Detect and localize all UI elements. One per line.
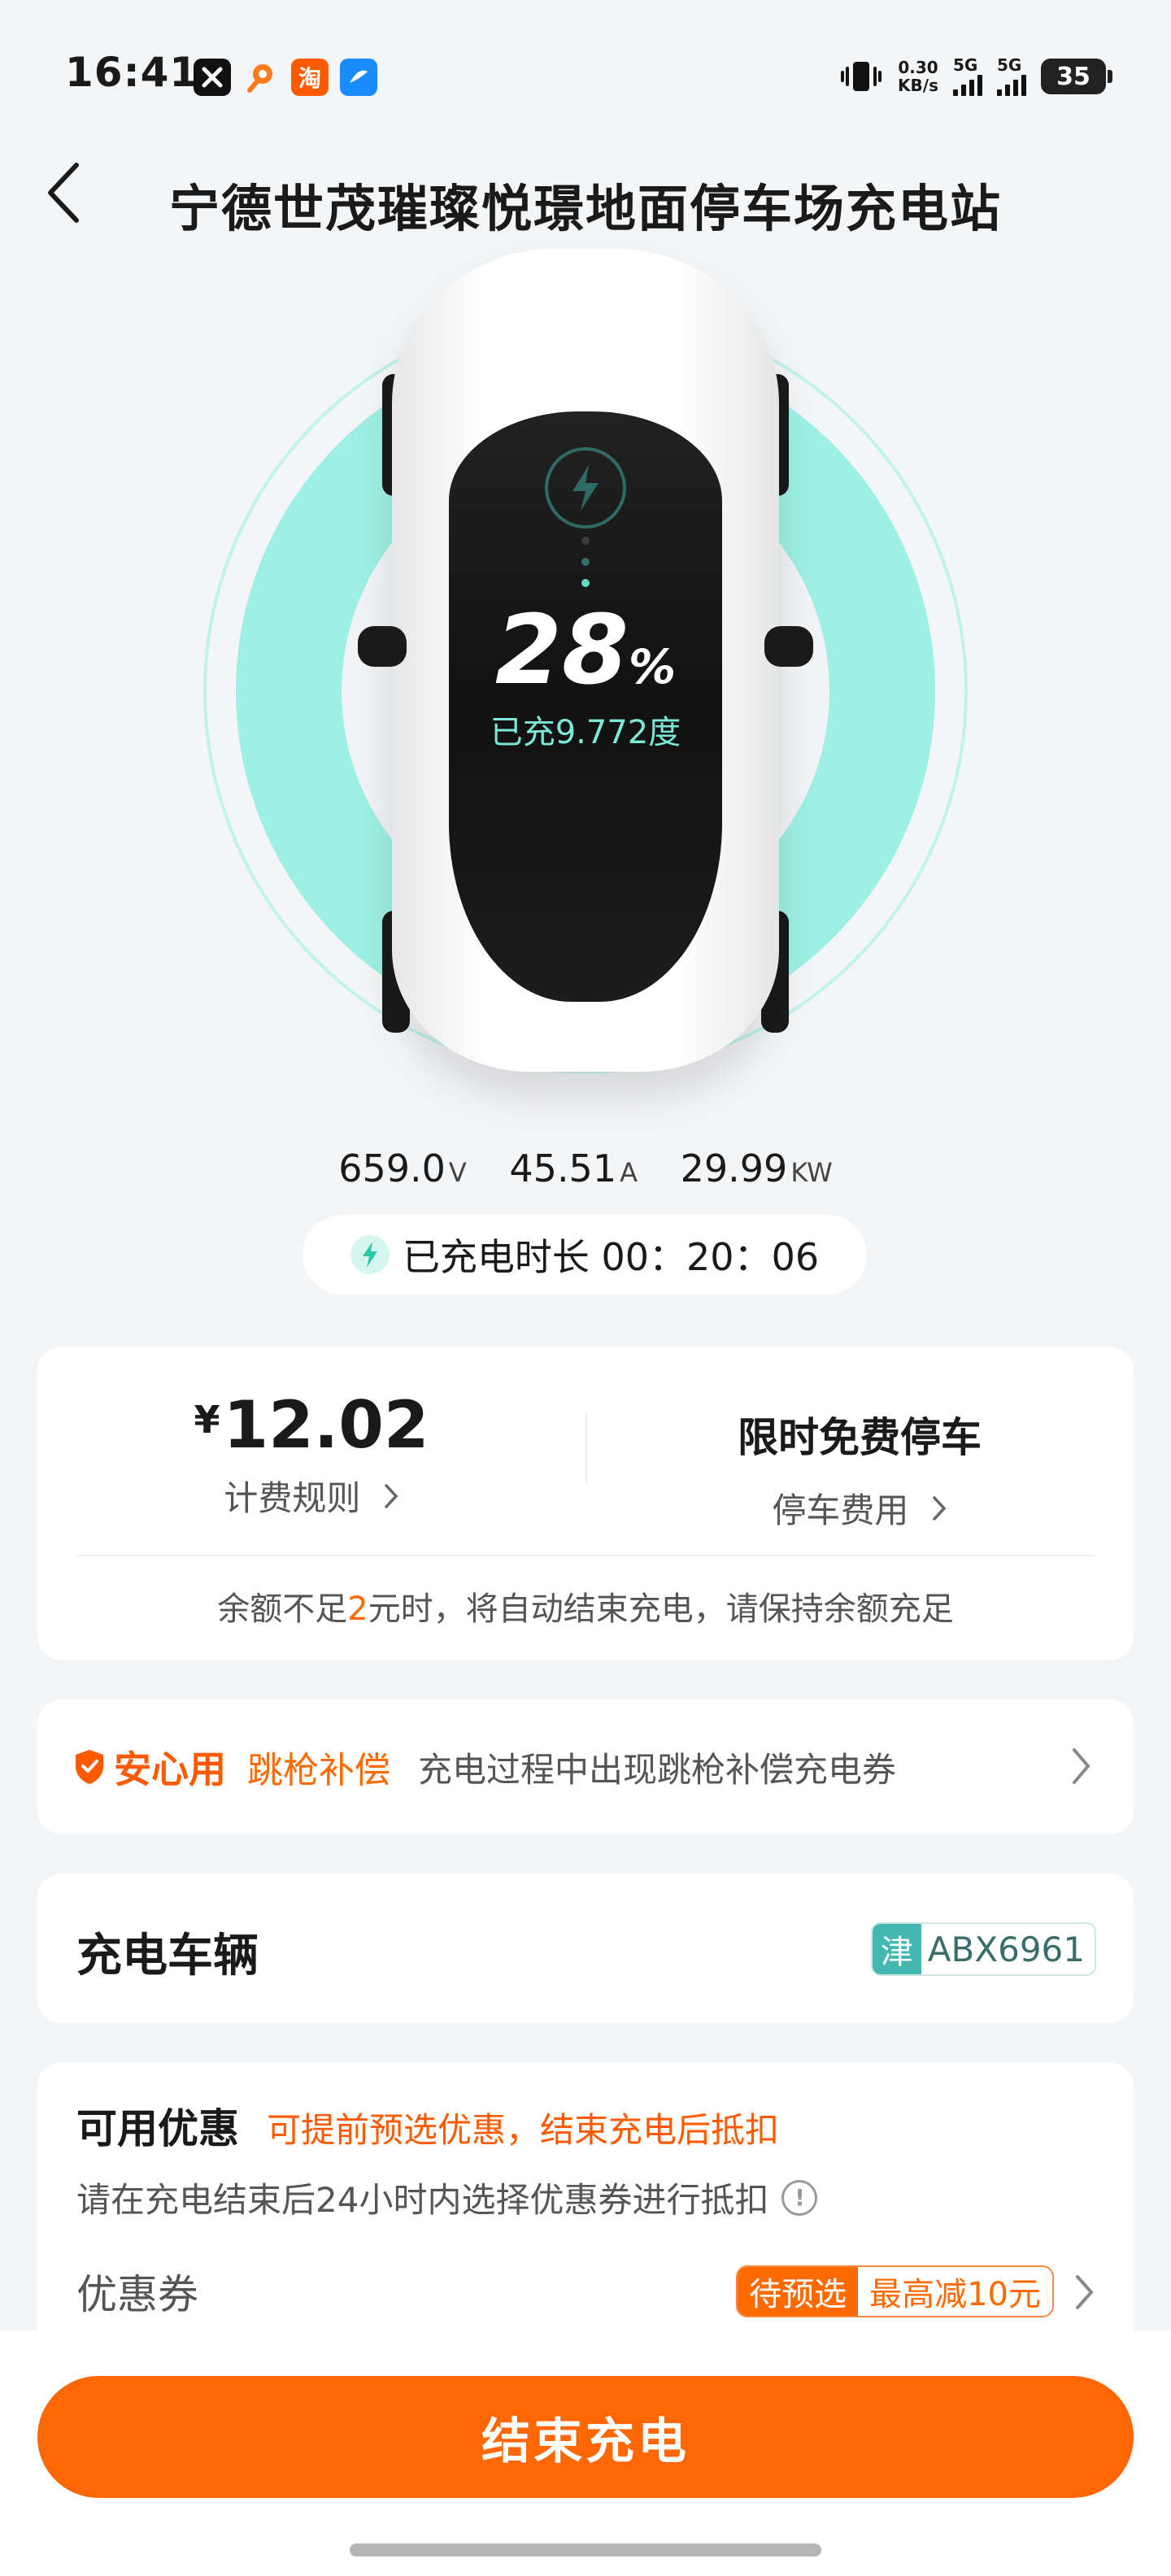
signal-sim2: 5G [997,57,1026,96]
car-mirror [358,626,407,667]
charging-bolt-icon [545,447,626,529]
home-indicator[interactable] [350,2543,821,2556]
vehicle-label: 充电车辆 [76,1930,259,1982]
status-right: 0.30 KB/s 5G 5G 35 [839,52,1112,101]
info-icon[interactable]: ! [781,2179,818,2216]
currency-symbol: ¥ [194,1398,220,1442]
percent-symbol: % [629,639,677,694]
parking-fee-link[interactable]: 停车费用 [586,1483,1134,1533]
billing-rules-label: 计费规则 [224,1478,361,1518]
balance-notice: 余额不足2元时，将自动结束充电，请保持余额充足 [37,1582,1134,1630]
current-value: 45.51 [509,1147,617,1190]
signal-bars-icon [997,73,1026,96]
compensation-description: 充电过程中出现跳枪补偿充电券 [418,1749,897,1790]
taobao-char: 淘 [298,65,321,92]
peace-of-mind-card[interactable]: 安心用 跳枪补偿 充电过程中出现跳枪补偿充电券 [37,1699,1134,1834]
safe-use-label: 安心用 [114,1747,226,1791]
available-offers-title: 可用优惠 [76,2105,239,2152]
charged-energy: 已充9.772度 [490,714,681,751]
horizontal-divider [76,1555,1095,1556]
fee-amount-section: ¥12.02 计费规则 [37,1387,586,1521]
power-value: 29.99 [680,1147,788,1190]
battery-level: 35 [1056,62,1090,91]
parking-section: 限时免费停车 停车费用 [586,1405,1134,1533]
fee-amount: ¥12.02 [37,1387,586,1463]
bolt-icon [350,1235,390,1274]
bottom-action-bar: 结束充电 [0,2330,1171,2576]
progress-dot [581,579,590,587]
charging-visual: 28% 已充9.772度 [0,244,1171,1106]
rocket-app-icon [242,59,280,96]
progress-dot [581,558,590,566]
taobao-icon: 淘 [291,59,329,96]
charge-percent-value: 28 [494,594,629,706]
coupon-row-label: 优惠券 [76,2271,198,2318]
notice-suffix: 元时，将自动结束充电，请保持余额充足 [368,1590,954,1628]
nav-header: 宁德世茂璀璨悦璟地面停车场充电站 [0,122,1171,260]
coupon-card: 可用优惠 可提前预选优惠，结束充电后抵扣 请在充电结束后24小时内选择优惠券进行… [37,2062,1134,2330]
net-speed-unit: KB/s [898,76,938,95]
chevron-right-icon[interactable] [1073,2272,1096,2313]
net-speed: 0.30 KB/s [898,59,938,94]
vibrate-icon [839,59,883,94]
page-title: 宁德世茂璀璨悦璟地面停车场充电站 [168,179,1002,238]
billing-rules-link[interactable]: 计费规则 [37,1471,586,1521]
notice-highlight: 2 [347,1590,368,1628]
x-app-icon [194,59,231,96]
net-speed-value: 0.30 [898,58,938,77]
notice-prefix: 余额不足 [217,1590,348,1628]
parking-fee-label: 停车费用 [772,1490,909,1530]
car-mirror [764,626,813,667]
progress-dot [581,537,590,545]
voltage-unit: V [448,1157,467,1188]
voltage-value: 659.0 [338,1147,446,1190]
power-unit: KW [790,1157,833,1188]
offers-description: 请在充电结束后24小时内选择优惠券进行抵扣 ! [76,2173,818,2222]
offers-description-text: 请在充电结束后24小时内选择优惠券进行抵扣 [76,2180,769,2220]
free-parking-title: 限时免费停车 [738,1414,982,1461]
coupon-max-discount: 最高减10元 [869,2276,1041,2313]
status-bar: 16:41 淘 0.30 KB/s 5G 5G 35 [0,0,1171,122]
sim1-label: 5G [953,55,978,75]
charging-duration: 已充电时长 00：20：06 [303,1215,867,1295]
blue-app-icon [340,59,377,96]
fee-amount-value: 12.02 [223,1387,429,1463]
coupon-status: 待预选 [738,2267,859,2316]
status-time: 16:41 [65,49,199,96]
sim2-label: 5G [997,55,1022,75]
coupon-select-badge[interactable]: 待预选 最高减10元 [736,2265,1054,2317]
plate-province: 津 [872,1924,921,1974]
signal-sim1: 5G [953,57,982,96]
jump-compensation-tag: 跳枪补偿 [247,1750,390,1791]
offers-subtitle: 可提前预选优惠，结束充电后抵扣 [267,2110,780,2150]
safe-use-brand: 安心用 [73,1740,226,1794]
electrical-readings: 659.0 V 45.51 A 29.99 KW [0,1147,1171,1190]
chevron-right-icon [384,1484,398,1508]
signal-bars-icon [953,73,982,96]
battery-icon: 35 [1041,59,1112,94]
current-unit: A [620,1157,638,1188]
chevron-right-icon [932,1496,947,1521]
plate-number: ABX6961 [927,1929,1085,1969]
shield-icon [76,1750,103,1784]
fee-card: ¥12.02 计费规则 限时免费停车 停车费用 余额不足2元时，将自动结束充电，… [37,1347,1134,1660]
end-charging-button[interactable]: 结束充电 [37,2376,1134,2498]
chevron-right-icon [1073,1748,1090,1784]
license-plate: 津 ABX6961 [870,1922,1096,1976]
duration-text: 已充电时长 00：20：06 [402,1235,820,1279]
vehicle-card: 充电车辆 津 ABX6961 [37,1873,1134,2023]
charge-percent: 28% [439,594,732,706]
